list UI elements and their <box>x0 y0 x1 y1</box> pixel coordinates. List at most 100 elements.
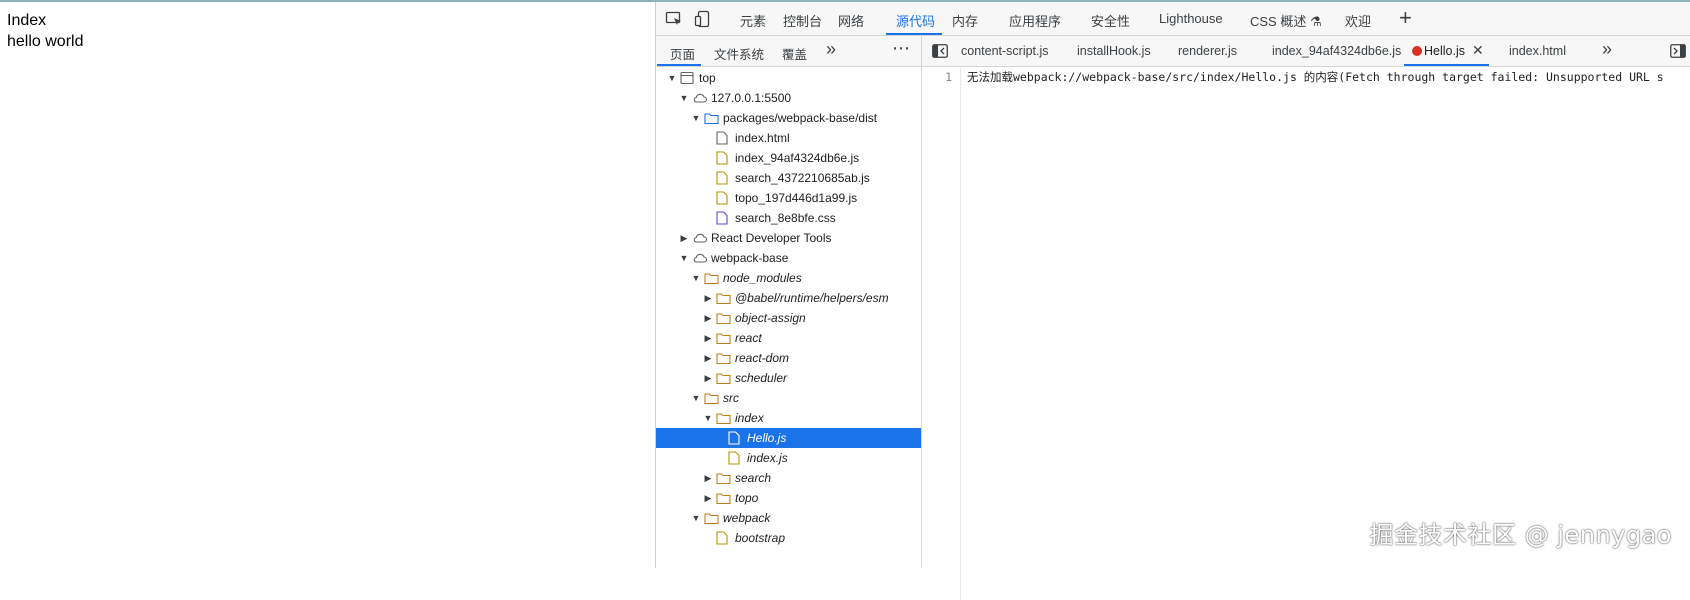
tree-row[interactable]: topo_197d446d1a99.js <box>656 188 921 208</box>
cloud-icon <box>692 251 708 265</box>
tree-row[interactable]: ▶ react-dom <box>656 348 921 368</box>
folder-icon <box>704 271 719 285</box>
tree-row-label: React Developer Tools <box>711 231 832 245</box>
file-icon <box>728 431 742 445</box>
page-viewport: Index hello world <box>0 2 655 568</box>
tree-row[interactable]: ▼ webpack <box>656 508 921 528</box>
tree-row-label: search_4372210685ab.js <box>735 171 870 185</box>
tree-row-label: search_8e8bfe.css <box>735 211 836 225</box>
tree-row[interactable]: ▶ topo <box>656 488 921 508</box>
tree-row[interactable]: bootstrap <box>656 528 921 548</box>
tab-lighthouse[interactable]: Lighthouse <box>1159 11 1223 26</box>
file-icon <box>716 131 730 145</box>
tab-sources[interactable]: 源代码 <box>896 11 935 30</box>
expand-down-icon[interactable]: ▼ <box>678 248 690 268</box>
expand-right-icon[interactable]: ▶ <box>702 288 714 308</box>
tree-row-label: top <box>699 71 716 85</box>
editor-tab[interactable]: content-script.js <box>961 44 1049 58</box>
expand-right-icon[interactable]: ▶ <box>702 488 714 508</box>
tree-row[interactable]: search_8e8bfe.css <box>656 208 921 228</box>
expand-down-icon[interactable]: ▼ <box>690 508 702 528</box>
tree-row[interactable]: ▼ packages/webpack-base/dist <box>656 108 921 128</box>
expand-right-icon[interactable]: ▶ <box>678 228 690 248</box>
folder-icon <box>716 331 731 345</box>
chevron-double-right-icon[interactable]: » <box>826 39 836 60</box>
source-editor: content-script.js installHook.js rendere… <box>922 36 1690 600</box>
tree-row[interactable]: ▶ react <box>656 328 921 348</box>
expand-right-icon[interactable]: ▶ <box>702 348 714 368</box>
tab-welcome[interactable]: 欢迎 <box>1345 11 1371 30</box>
tree-row-label: src <box>723 391 739 405</box>
navigator-toolbar: 页面 文件系统 覆盖 » ⋯ <box>656 36 921 67</box>
file-icon <box>716 171 730 185</box>
expand-down-icon[interactable]: ▼ <box>678 88 690 108</box>
tree-row[interactable]: ▶ search <box>656 468 921 488</box>
tree-row[interactable]: ▶ React Developer Tools <box>656 228 921 248</box>
tree-row[interactable]: index.js <box>656 448 921 468</box>
expand-right-icon[interactable]: ▶ <box>702 328 714 348</box>
tree-row[interactable]: search_4372210685ab.js <box>656 168 921 188</box>
tab-security[interactable]: 安全性 <box>1091 11 1130 30</box>
tab-filesystem[interactable]: 文件系统 <box>714 44 764 63</box>
tree-row[interactable]: ▼ webpack-base <box>656 248 921 268</box>
tree-row-label: packages/webpack-base/dist <box>723 111 878 125</box>
expand-down-icon[interactable]: ▼ <box>702 408 714 428</box>
editor-tab[interactable]: index_94af4324db6e.js <box>1272 44 1401 58</box>
tab-application[interactable]: 应用程序 <box>1009 11 1061 30</box>
line-gutter <box>960 68 961 600</box>
plus-icon[interactable]: + <box>1399 5 1412 31</box>
tree-row[interactable]: ▼ src <box>656 388 921 408</box>
tree-row[interactable]: ▼ index <box>656 408 921 428</box>
tree-row[interactable]: ▼ 127.0.0.1:5500 <box>656 88 921 108</box>
tree-row-label: topo <box>735 491 759 505</box>
tree-row[interactable]: Hello.js <box>656 428 921 448</box>
folder-icon <box>704 391 719 405</box>
tab-elements[interactable]: 元素 <box>740 11 766 30</box>
tree-row[interactable]: ▼ top <box>656 68 921 88</box>
tab-css-overview[interactable]: CSS 概述 ⚗ <box>1250 11 1322 30</box>
inspect-element-icon[interactable] <box>665 10 683 28</box>
tree-row[interactable]: ▼ node_modules <box>656 268 921 288</box>
editor-tab-active[interactable]: Hello.js <box>1424 44 1465 58</box>
page-text: hello world <box>7 33 84 50</box>
tab-page[interactable]: 页面 <box>670 44 695 63</box>
more-vert-icon[interactable]: ⋯ <box>892 38 911 59</box>
tree-row[interactable]: ▶ object-assign <box>656 308 921 328</box>
tree-row-label: index <box>735 411 764 425</box>
editor-tab[interactable]: renderer.js <box>1178 44 1237 58</box>
tree-row[interactable]: ▶ @babel/runtime/helpers/esm <box>656 288 921 308</box>
device-toolbar-icon[interactable] <box>694 10 712 28</box>
editor-tab[interactable]: index.html <box>1509 44 1566 58</box>
expand-down-icon[interactable]: ▼ <box>690 388 702 408</box>
close-icon[interactable]: ✕ <box>1472 42 1484 59</box>
file-icon <box>728 451 742 465</box>
folder-icon <box>716 291 731 305</box>
folder-icon <box>704 111 719 125</box>
code-text[interactable]: 无法加载webpack://webpack-base/src/index/Hel… <box>967 68 1664 86</box>
expand-right-icon[interactable]: ▶ <box>702 468 714 488</box>
tab-overrides[interactable]: 覆盖 <box>782 44 807 63</box>
sidebar-toggle-right-icon[interactable] <box>1670 44 1686 63</box>
expand-down-icon[interactable]: ▼ <box>690 268 702 288</box>
tree-row[interactable]: index.html <box>656 128 921 148</box>
editor-tab[interactable]: installHook.js <box>1077 44 1151 58</box>
tree-row[interactable]: ▶ scheduler <box>656 368 921 388</box>
chevron-double-right-icon[interactable]: » <box>1602 39 1612 60</box>
tree-row-label: bootstrap <box>735 531 786 545</box>
sidebar-toggle-icon[interactable] <box>932 44 948 63</box>
tree-row-label: index.html <box>735 131 790 145</box>
tab-console[interactable]: 控制台 <box>783 11 822 30</box>
devtools-main-toolbar: 元素 控制台 网络 源代码 内存 应用程序 安全性 Lighthouse CSS… <box>656 2 1690 36</box>
folder-icon <box>716 311 731 325</box>
code-line: 1 无法加载webpack://webpack-base/src/index/H… <box>922 68 1690 86</box>
expand-down-icon[interactable]: ▼ <box>690 108 702 128</box>
tree-row[interactable]: index_94af4324db6e.js <box>656 148 921 168</box>
tree-row-label: @babel/runtime/helpers/esm <box>735 291 889 305</box>
expand-right-icon[interactable]: ▶ <box>702 308 714 328</box>
tree-row-label: 127.0.0.1:5500 <box>711 91 792 105</box>
expand-down-icon[interactable]: ▼ <box>666 68 678 88</box>
tab-network[interactable]: 网络 <box>838 11 864 30</box>
file-icon <box>716 211 730 225</box>
tab-memory[interactable]: 内存 <box>952 11 978 30</box>
expand-right-icon[interactable]: ▶ <box>702 368 714 388</box>
